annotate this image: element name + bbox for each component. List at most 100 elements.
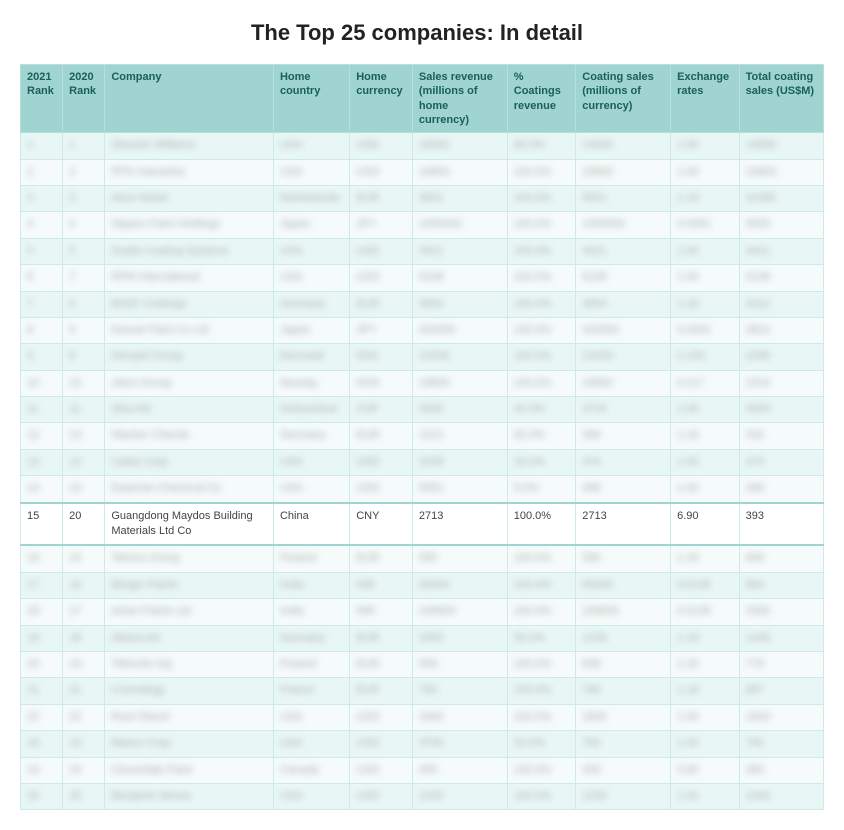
cell-company: Benjamin Moore [105,783,274,809]
cell-pctCoatings: 100.0% [507,185,576,211]
cell-coatingSales: 658 [576,652,671,678]
cell-totalCoating: 9555 [739,212,823,238]
main-table: 2021Rank 2020Rank Company Home country H… [20,64,824,810]
cell-salesRevenue: 1221 [412,423,507,449]
cell-coatingSales: 2713 [576,503,671,546]
cell-coatingSales: 6108 [576,265,671,291]
cell-rank2020: 21 [63,678,105,704]
cell-rank2021: 14 [21,476,63,503]
cell-country: USA [273,476,349,503]
cell-company: Sherwin-Williams [105,133,274,159]
cell-country: USA [273,133,349,159]
cell-country: Germany [273,625,349,651]
cell-salesRevenue: 4421 [412,238,507,264]
cell-totalCoating: 897 [739,678,823,704]
table-row: 22PPG IndustriesUSAUSD16800100.0%168001.… [21,159,824,185]
table-row: 76BASF CoatingsGermanyEUR3654100.0%36541… [21,291,824,317]
cell-totalCoating: 884 [739,572,823,598]
cell-coatingSales: 1800 [576,704,671,730]
cell-coatingSales: 450 [576,757,671,783]
cell-coatingSales: 249600 [576,599,671,625]
cell-currency: EUR [350,423,413,449]
table-row: 2525Benjamin MooreUSAUSD1200100.0%12001.… [21,783,824,809]
col-header-company: Company [105,65,274,133]
cell-exchangeRates: 6.90 [671,503,739,546]
table-row: 1615Teknos GroupFinlandEUR590100.0%5901.… [21,545,824,572]
cell-company: Cabot Corp [105,449,274,475]
cell-rank2020: 18 [63,625,105,651]
cell-coatingSales: 19800 [576,370,671,396]
cell-currency: DKK [350,344,413,370]
cell-pctCoatings: 100.0% [507,678,576,704]
cell-exchangeRates: 0.0091 [671,317,739,343]
table-row: 2424Cloverdale PaintCanadaCAD450100.0%45… [21,757,824,783]
cell-pctCoatings: 30.0% [507,423,576,449]
cell-salesRevenue: 658 [412,652,507,678]
cell-country: China [273,503,349,546]
cell-rank2020: 8 [63,344,105,370]
cell-currency: USD [350,133,413,159]
cell-rank2020: 14 [63,476,105,503]
col-header-coating: Coating sales(millions ofcurrency) [576,65,671,133]
cell-rank2021: 4 [21,212,63,238]
cell-exchangeRates: 0.159 [671,344,739,370]
cell-currency: USD [350,159,413,185]
cell-country: USA [273,449,349,475]
cell-exchangeRates: 1.00 [671,704,739,730]
cell-salesRevenue: 2455 [412,625,507,651]
cell-currency: EUR [350,291,413,317]
cell-currency: USD [350,265,413,291]
cell-company: Axalta Coating Systems [105,238,274,264]
cell-country: France [273,678,349,704]
cell-exchangeRates: 1.18 [671,652,739,678]
cell-currency: USD [350,783,413,809]
cell-pctCoatings: 100.0% [507,238,576,264]
cell-rank2021: 8 [21,317,63,343]
cell-coatingSales: 3654 [576,291,671,317]
cell-currency: EUR [350,625,413,651]
cell-exchangeRates: 1.18 [671,625,739,651]
cell-rank2020: 13 [63,423,105,449]
cell-exchangeRates: 1.18 [671,291,739,317]
cell-rank2021: 11 [21,397,63,423]
cell-salesRevenue: 420000 [412,317,507,343]
cell-rank2021: 10 [21,370,63,396]
cell-company: Altana AG [105,625,274,651]
cell-rank2020: 12 [63,449,105,475]
cell-exchangeRates: 1.00 [671,133,739,159]
cell-rank2021: 22 [21,704,63,730]
cell-salesRevenue: 9300 [412,397,507,423]
cell-salesRevenue: 1050000 [412,212,507,238]
cell-country: India [273,572,349,598]
cell-pctCoatings: 50.0% [507,625,576,651]
cell-salesRevenue: 1200 [412,783,507,809]
cell-salesRevenue: 3750 [412,731,507,757]
cell-country: Germany [273,423,349,449]
cell-pctCoatings: 20.0% [507,731,576,757]
table-row: 55Axalta Coating SystemsUSAUSD4421100.0%… [21,238,824,264]
cell-country: Finland [273,652,349,678]
cell-rank2020: 6 [63,291,105,317]
cell-company: Kansai Paint Co Ltd [105,317,274,343]
cell-salesRevenue: 9351 [412,476,507,503]
cell-coatingSales: 468 [576,476,671,503]
table-row: 1213Wacker ChemieGermanyEUR122130.0%3661… [21,423,824,449]
cell-exchangeRates: 0.0136 [671,572,739,598]
cell-country: Norway [273,370,349,396]
cell-coatingSales: 65000 [576,572,671,598]
table-row: 44Nippon Paint HoldingsJapanJPY105000010… [21,212,824,238]
cell-exchangeRates: 0.117 [671,370,739,396]
cell-coatingSales: 474 [576,449,671,475]
cell-country: USA [273,731,349,757]
cell-country: Netherlands [273,185,349,211]
cell-country: USA [273,783,349,809]
cell-rank2020: 19 [63,652,105,678]
cell-exchangeRates: 1.00 [671,159,739,185]
cell-pctCoatings: 100.0% [507,599,576,625]
cell-rank2020: 1 [63,133,105,159]
cell-totalCoating: 1449 [739,625,823,651]
col-header-country: Home country [273,65,349,133]
cell-exchangeRates: 1.00 [671,476,739,503]
cell-currency: USD [350,476,413,503]
cell-company: RPM International [105,265,274,291]
